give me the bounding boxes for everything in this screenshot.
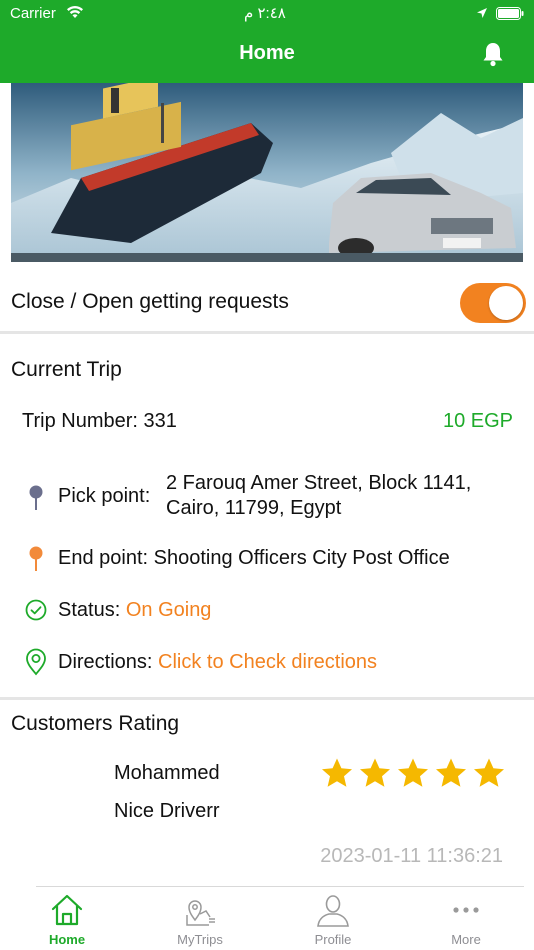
trip-price: 10 EGP <box>442 410 513 432</box>
home-icon <box>51 894 83 926</box>
customer-comment: Nice Driverr <box>114 800 220 822</box>
rating-date: 2023-01-11 11:36:21 <box>320 845 503 867</box>
section-divider <box>0 697 534 700</box>
bottom-tab-bar: Home MyTrips Profile More <box>0 886 534 950</box>
carrier-label: Carrier <box>10 5 56 22</box>
page-title: Home <box>239 42 295 64</box>
requests-toggle-row: Close / Open getting requests <box>0 262 534 334</box>
person-icon <box>317 895 349 927</box>
tab-more-label: More <box>451 932 481 947</box>
tab-home[interactable]: Home <box>17 886 117 950</box>
pick-point-value: 2 Farouq Amer Street, Block 1141, Cairo,… <box>166 472 472 519</box>
star-icon <box>474 758 504 787</box>
star-icon <box>398 758 428 787</box>
banner-image <box>11 83 523 262</box>
end-point-value: Shooting Officers City Post Office <box>153 547 450 569</box>
status-bar: Carrier ٢:٤٨ م <box>0 0 534 30</box>
status-value: On Going <box>125 599 212 621</box>
tab-more[interactable]: More <box>416 886 516 950</box>
tab-profile[interactable]: Profile <box>283 886 383 950</box>
current-trip-title: Current Trip <box>11 358 122 381</box>
directions-row: Directions: Click to Check directions <box>58 650 377 675</box>
map-trips-icon <box>186 900 215 926</box>
location-arrow-icon <box>477 8 487 18</box>
end-point-label: End point: <box>58 547 149 569</box>
more-dots-icon <box>453 907 479 913</box>
pick-point-label: Pick point: <box>58 485 151 507</box>
tab-home-label: Home <box>48 932 86 947</box>
status-label: Status: <box>58 599 121 621</box>
rating-stars <box>321 757 506 791</box>
wifi-icon <box>67 6 83 18</box>
directions-label: Directions: <box>58 651 153 673</box>
top-header: Carrier ٢:٤٨ م Home <box>0 0 534 83</box>
requests-toggle-label: Close / Open getting requests <box>11 290 289 313</box>
location-pin-icon <box>26 648 46 676</box>
customer-name: Mohammed <box>114 762 220 784</box>
star-icon <box>360 758 390 787</box>
end-point-row: End point: Shooting Officers City Post O… <box>58 546 450 571</box>
pin-icon <box>29 485 43 510</box>
tab-profile-label: Profile <box>314 932 352 947</box>
star-icon <box>436 758 466 787</box>
tab-mytrips-label: MyTrips <box>177 932 223 947</box>
customers-rating-title: Customers Rating <box>11 712 180 735</box>
trip-number: Trip Number: 331 <box>22 410 177 432</box>
toggle-knob <box>489 286 523 320</box>
check-circle-icon <box>25 599 47 621</box>
battery-icon <box>496 7 524 20</box>
status-row: Status: On Going <box>58 598 211 623</box>
tab-mytrips[interactable]: MyTrips <box>150 886 250 950</box>
star-icon <box>322 758 352 787</box>
status-clock: ٢:٤٨ م <box>244 5 286 22</box>
bell-icon[interactable] <box>481 41 505 67</box>
directions-link[interactable]: Click to Check directions <box>158 651 377 673</box>
pin-orange-icon <box>29 546 43 571</box>
requests-toggle-switch[interactable] <box>460 283 526 323</box>
